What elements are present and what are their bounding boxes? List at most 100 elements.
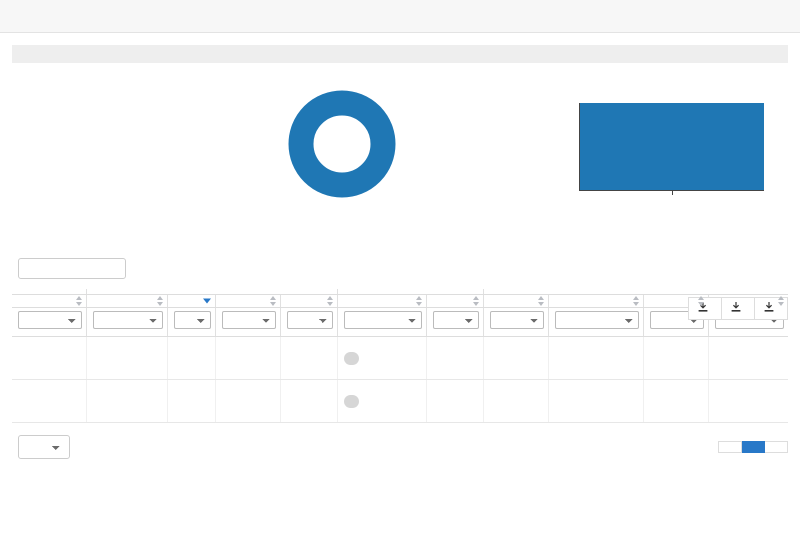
cell-phase [166,336,216,380]
cell-target [548,379,644,423]
cell-activity [483,379,549,423]
filter-cell-type [279,307,338,337]
cell-mechanism [337,379,427,423]
publication-count-badge [344,352,360,365]
filter-select-drug[interactable] [92,311,163,329]
cell-disease [12,379,87,423]
drugs-table [12,289,788,423]
table-row [12,379,788,423]
summary-item-unique-drugs [12,85,277,102]
table-footer [12,435,788,469]
trials-donut-svg [288,90,396,198]
cell-phase [166,379,216,423]
sort-icon[interactable] [269,296,276,306]
legend-color-dot [413,95,422,104]
filter-cell-mechanism [337,307,427,337]
table-column-header-row [12,294,788,308]
y-axis [535,85,579,190]
cell-activity [483,336,549,380]
drugs-widget [0,0,800,555]
sort-icon[interactable] [778,296,784,306]
page-length-select[interactable] [18,435,70,459]
summary-item-associated-targets [12,135,277,152]
cell-drug [85,336,168,380]
sort-icon[interactable] [633,296,640,306]
filter-select-phase[interactable] [173,311,211,329]
cell-evidence [708,336,788,380]
sort-icon[interactable] [538,296,545,306]
cell-action-type [425,336,484,380]
search-input[interactable] [18,258,126,279]
filter-select-mechanism[interactable] [344,311,422,329]
sort-icon-active[interactable] [202,298,211,304]
cell-disease [12,336,87,380]
summary-item-associated-disease [12,110,277,127]
filter-cell-disease [12,307,87,337]
cell-target-class [643,379,709,423]
filter-cell-phase [166,307,216,337]
cell-status [214,379,281,423]
col-header-action-type[interactable] [425,294,484,308]
bar-antibody[interactable] [580,103,764,190]
type-vs-activity-panel [535,77,788,240]
filter-select-target[interactable] [555,311,640,329]
col-header-target[interactable] [548,294,644,308]
sort-icon[interactable] [75,296,82,306]
page-length-control [12,435,76,459]
description-banner [12,45,788,63]
widget-body [0,45,800,469]
col-header-status[interactable] [214,294,281,308]
cell-target-class [643,336,709,380]
cell-target [548,336,644,380]
col-header-activity[interactable] [483,294,549,308]
trials-chart [277,85,535,203]
sort-icon[interactable] [156,296,163,306]
pagination-previous-button[interactable] [718,441,742,453]
publication-ref[interactable] [344,352,417,365]
filter-cell-drug [85,307,168,337]
filter-select-disease[interactable] [18,311,82,329]
cell-type [279,379,338,423]
publication-ref[interactable] [344,395,417,408]
col-header-type[interactable] [279,294,338,308]
cell-drug [85,379,168,423]
filter-cell-action-type [425,307,484,337]
count-badge [12,135,29,152]
pagination-next-button[interactable] [765,441,788,453]
pagination [718,441,788,453]
publication-count-badge [344,395,360,408]
filter-select-status[interactable] [221,311,276,329]
trials-legend-item[interactable] [413,95,428,104]
trials-panel [277,77,535,240]
col-header-evidence-curated-from[interactable] [708,294,788,308]
x-tick-mark [672,190,673,195]
pagination-page-1-button[interactable] [742,441,765,453]
sort-icon[interactable] [327,296,334,306]
col-header-drug[interactable] [85,294,168,308]
type-vs-activity-chart [535,85,788,235]
count-badge [12,85,29,102]
cell-action-type [425,379,484,423]
filter-select-activity[interactable] [490,311,545,329]
count-badge [12,110,29,127]
col-header-target-class[interactable] [643,294,709,308]
window-titlebar [0,0,800,33]
filter-select-action-type[interactable] [432,311,480,329]
cell-type [279,336,338,380]
sort-icon[interactable] [415,296,422,306]
table-summary-panel [12,77,277,240]
col-header-disease[interactable] [12,294,87,308]
summary-charts-row [12,77,788,240]
cell-mechanism [337,336,427,380]
table-body [12,336,788,423]
sort-icon[interactable] [473,296,480,306]
sort-icon[interactable] [698,296,705,306]
search-row [12,258,788,279]
table-filter-row [12,307,788,337]
cell-status [214,336,281,380]
table-row [12,336,788,380]
filter-select-type[interactable] [286,311,334,329]
col-header-phase[interactable] [166,294,216,308]
col-header-mechanism-of-action[interactable] [337,294,427,308]
filter-cell-target [548,307,644,337]
